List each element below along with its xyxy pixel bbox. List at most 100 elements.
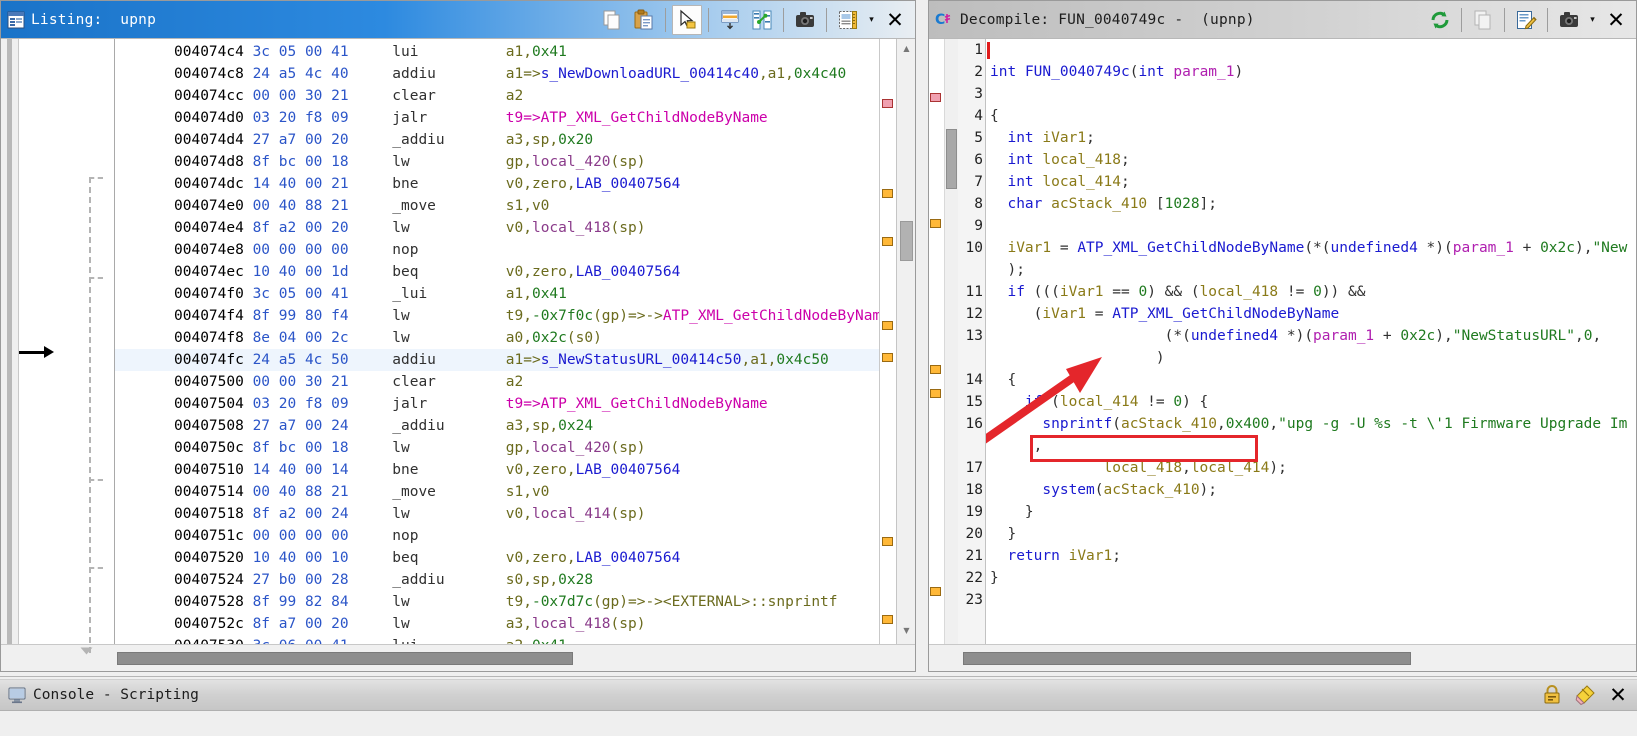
decompile-line[interactable]: local_418,local_414); bbox=[986, 457, 1636, 479]
cursor-select-icon[interactable] bbox=[672, 4, 702, 35]
marker-bookmark[interactable] bbox=[882, 321, 893, 330]
listing-row[interactable]: 004074cc 00 00 30 21 clear a2 bbox=[115, 85, 879, 107]
scroll-up-button[interactable]: ▲ bbox=[900, 41, 913, 55]
decompile-line[interactable]: } bbox=[986, 501, 1636, 523]
decompile-line[interactable]: int FUN_0040749c(int param_1) bbox=[986, 61, 1636, 83]
snapshot-icon[interactable] bbox=[1554, 5, 1584, 35]
listing-horizontal-scrollbar[interactable] bbox=[1, 644, 915, 671]
listing-row[interactable]: 0040751c 00 00 00 00 nop bbox=[115, 525, 879, 547]
listing-row[interactable]: 004074d8 8f bc 00 18 lw gp,local_420(sp) bbox=[115, 151, 879, 173]
listing-close-button[interactable]: ✕ bbox=[880, 5, 910, 35]
decompile-line[interactable]: int local_414; bbox=[986, 171, 1636, 193]
listing-row[interactable]: 004074e4 8f a2 00 20 lw v0,local_418(sp) bbox=[115, 217, 879, 239]
decompile-line[interactable]: int local_418; bbox=[986, 149, 1636, 171]
marker-bookmark[interactable] bbox=[882, 237, 893, 246]
listing-row[interactable]: 004074c8 24 a5 4c 40 addiu a1=>s_NewDown… bbox=[115, 63, 879, 85]
copy-icon[interactable] bbox=[1468, 5, 1498, 35]
listing-marker-bar[interactable] bbox=[879, 39, 896, 644]
code-token[interactable]: acStack_410 bbox=[1121, 416, 1217, 432]
hscroll-track[interactable] bbox=[117, 651, 911, 665]
decompile-line[interactable] bbox=[986, 39, 1636, 61]
code-token[interactable]: iVar1 bbox=[1042, 130, 1086, 146]
row-operand[interactable]: LAB_00407564 bbox=[576, 176, 681, 192]
marker-bookmark[interactable] bbox=[882, 189, 893, 198]
code-token[interactable]: snprintf bbox=[1042, 416, 1112, 432]
decompile-line[interactable]: char acStack_410 [1028]; bbox=[986, 193, 1636, 215]
decompile-line[interactable]: if (local_414 != 0) { bbox=[986, 391, 1636, 413]
expand-fields-icon[interactable] bbox=[715, 5, 745, 35]
code-token[interactable]: local_418 bbox=[1042, 152, 1121, 168]
listing-row[interactable]: 0040750c 8f bc 00 18 lw gp,local_420(sp) bbox=[115, 437, 879, 459]
row-operand[interactable]: LAB_00407564 bbox=[576, 550, 681, 566]
decompile-line[interactable]: iVar1 = ATP_XML_GetChildNodeByName(*(und… bbox=[986, 237, 1636, 259]
code-token[interactable]: acStack_410 bbox=[1104, 482, 1200, 498]
snapshot-icon[interactable] bbox=[790, 5, 820, 35]
scroll-thumb[interactable] bbox=[900, 221, 913, 261]
marker-bookmark[interactable] bbox=[930, 219, 941, 228]
code-token[interactable]: system bbox=[1042, 482, 1094, 498]
decompile-overview-scrollbar[interactable] bbox=[945, 39, 958, 644]
listing-row[interactable]: 004074d4 27 a7 00 20 _addiu a3,sp,0x20 bbox=[115, 129, 879, 151]
listing-row[interactable]: 004074dc 14 40 00 21 bne v0,zero,LAB_004… bbox=[115, 173, 879, 195]
row-operand[interactable]: s_NewStatusURL_00414c50 bbox=[541, 352, 742, 368]
listing-titlebar[interactable]: Listing: upnp ▾ ✕ bbox=[1, 1, 915, 38]
code-token[interactable]: local_414 bbox=[1060, 394, 1139, 410]
decompile-line[interactable]: } bbox=[986, 523, 1636, 545]
edit-icon[interactable] bbox=[1511, 5, 1541, 35]
code-token[interactable]: local_418 bbox=[1200, 284, 1279, 300]
code-token[interactable]: iVar1 bbox=[1069, 548, 1113, 564]
decompile-line[interactable]: { bbox=[986, 105, 1636, 127]
decompile-line[interactable]: int iVar1; bbox=[986, 127, 1636, 149]
marker-bookmark[interactable] bbox=[882, 537, 893, 546]
listing-row[interactable]: 004074f4 8f 99 80 f4 lw t9,-0x7f0c(gp)=>… bbox=[115, 305, 879, 327]
hscroll-thumb[interactable] bbox=[117, 651, 573, 665]
listing-row[interactable]: 00407500 00 00 30 21 clear a2 bbox=[115, 371, 879, 393]
listing-code-area[interactable]: 004074c4 3c 05 00 41 lui a1,0x41 004074c8… bbox=[115, 39, 879, 644]
refresh-icon[interactable] bbox=[1425, 5, 1455, 35]
code-token[interactable]: local_414 bbox=[1191, 460, 1270, 476]
console-close-button[interactable]: ✕ bbox=[1603, 680, 1633, 710]
code-token[interactable]: param_1 bbox=[1453, 240, 1514, 256]
decompile-line[interactable]: (*(undefined4 *)(param_1 + 0x2c),"NewSta… bbox=[986, 325, 1636, 347]
decompile-marker-bar[interactable] bbox=[929, 39, 945, 644]
decompile-line[interactable]: ) bbox=[986, 347, 1636, 369]
hscroll-track[interactable] bbox=[963, 651, 1630, 665]
decompile-close-button[interactable]: ✕ bbox=[1601, 5, 1631, 35]
listing-row[interactable]: 00407518 8f a2 00 24 lw v0,local_414(sp) bbox=[115, 503, 879, 525]
decompile-line[interactable]: } bbox=[986, 567, 1636, 589]
marker-bookmark[interactable] bbox=[930, 587, 941, 596]
decompile-line[interactable]: ); bbox=[986, 259, 1636, 281]
listing-row[interactable]: 0040752c 8f a7 00 20 lw a3,local_418(sp) bbox=[115, 613, 879, 635]
code-token[interactable]: local_414 bbox=[1042, 174, 1121, 190]
decompile-line[interactable] bbox=[986, 589, 1636, 611]
decompile-line[interactable]: { bbox=[986, 369, 1636, 391]
row-operand[interactable]: s_NewDownloadURL_00414c40 bbox=[541, 66, 759, 82]
marker-bookmark[interactable] bbox=[930, 389, 941, 398]
listing-row[interactable]: 004074ec 10 40 00 1d beq v0,zero,LAB_004… bbox=[115, 261, 879, 283]
listing-row[interactable]: 004074d0 03 20 f8 09 jalr t9=>ATP_XML_Ge… bbox=[115, 107, 879, 129]
listing-row[interactable]: 00407508 27 a7 00 24 _addiu a3,sp,0x24 bbox=[115, 415, 879, 437]
copy-icon[interactable] bbox=[597, 5, 627, 35]
decompile-line[interactable]: (iVar1 = ATP_XML_GetChildNodeByName bbox=[986, 303, 1636, 325]
scroll-thumb[interactable] bbox=[946, 129, 957, 189]
listing-vertical-scrollbar[interactable]: ▲ ▼ bbox=[896, 39, 915, 644]
listing-row[interactable]: 004074e0 00 40 88 21 _move s1,v0 bbox=[115, 195, 879, 217]
paste-icon[interactable] bbox=[629, 5, 659, 35]
code-token[interactable]: iVar1 bbox=[1007, 240, 1051, 256]
listing-fields-icon[interactable] bbox=[833, 5, 863, 35]
listing-row[interactable]: 004074f8 8e 04 00 2c lw a0,0x2c(s0) bbox=[115, 327, 879, 349]
decompile-code-area[interactable]: int FUN_0040749c(int param_1) { int iVar… bbox=[986, 39, 1636, 644]
chevron-down-icon[interactable]: ▾ bbox=[1586, 5, 1599, 35]
listing-row[interactable]: 00407510 14 40 00 14 bne v0,zero,LAB_004… bbox=[115, 459, 879, 481]
code-token[interactable]: param_1 bbox=[1313, 328, 1374, 344]
code-token[interactable]: ATP_XML_GetChildNodeByName bbox=[1112, 306, 1339, 322]
code-token[interactable]: ATP_XML_GetChildNodeByName bbox=[1077, 240, 1304, 256]
listing-row[interactable]: 00407524 27 b0 00 28 _addiu s0,sp,0x28 bbox=[115, 569, 879, 591]
chevron-down-icon[interactable]: ▾ bbox=[865, 5, 878, 35]
listing-row[interactable]: 00407528 8f 99 82 84 lw t9,-0x7d7c(gp)=>… bbox=[115, 591, 879, 613]
decompile-line[interactable]: return iVar1; bbox=[986, 545, 1636, 567]
marker-bookmark[interactable] bbox=[882, 353, 893, 362]
code-token[interactable]: param_1 bbox=[1173, 64, 1234, 80]
decompile-line[interactable] bbox=[986, 83, 1636, 105]
decompile-line[interactable]: system(acStack_410); bbox=[986, 479, 1636, 501]
